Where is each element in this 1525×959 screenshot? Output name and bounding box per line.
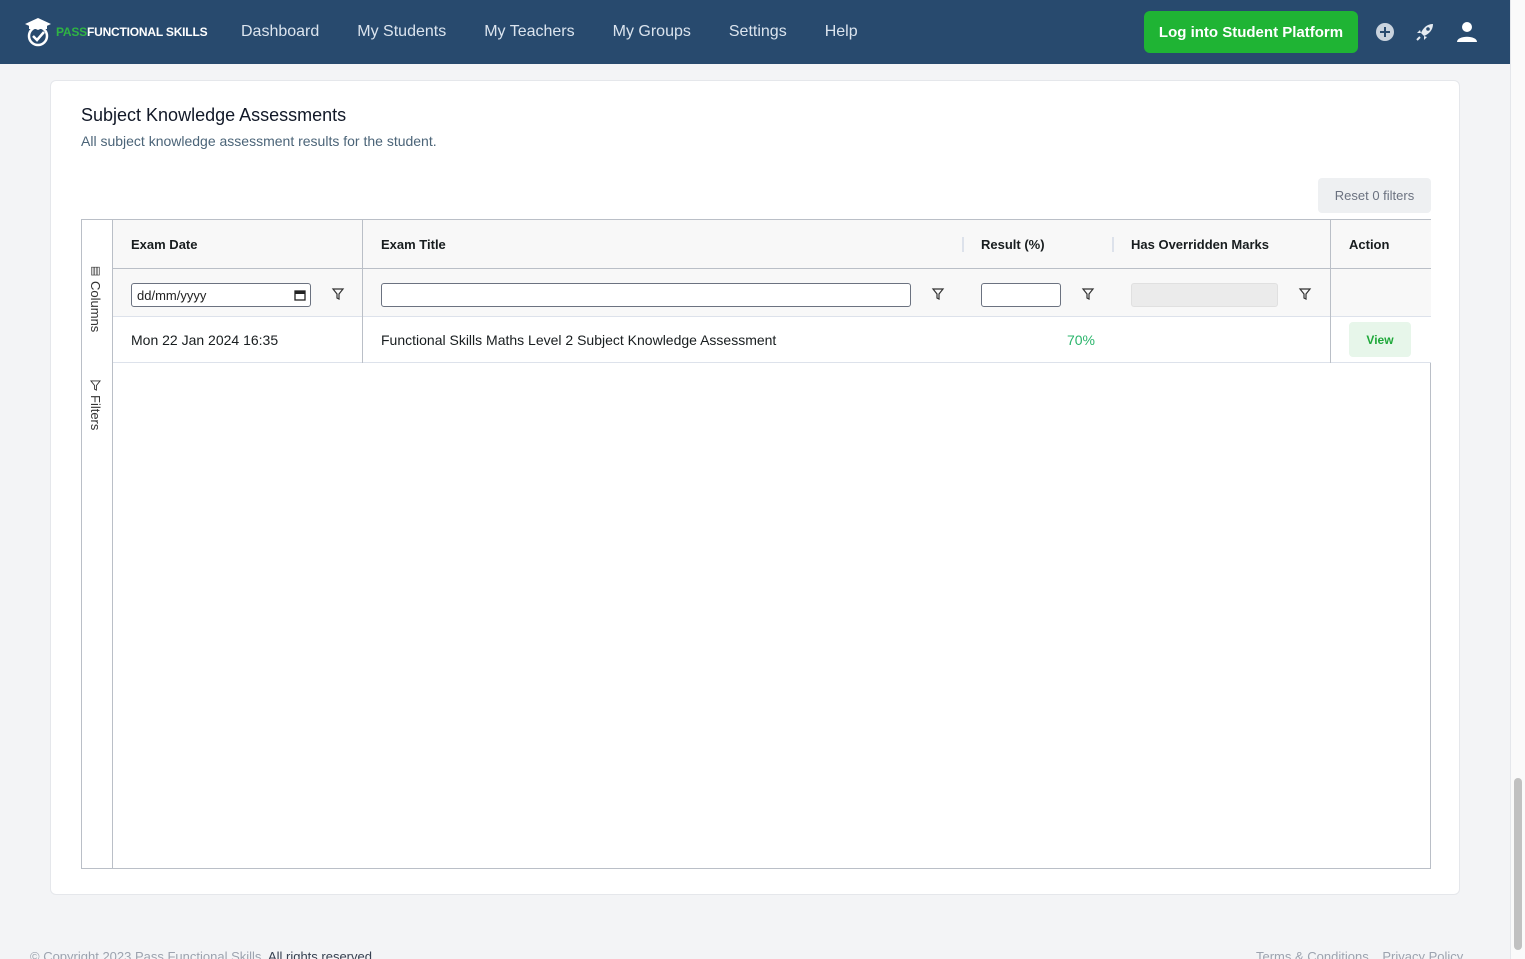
subject-knowledge-assessments-card: Subject Knowledge Assessments All subjec… (50, 80, 1460, 895)
header-result[interactable]: Result (%) (963, 220, 1113, 269)
filters-tool-tab[interactable]: Filters (88, 380, 103, 430)
nav-my-students[interactable]: My Students (357, 23, 446, 41)
card-subtitle: All subject knowledge assessment results… (81, 133, 437, 149)
brand-name: PASSFUNCTIONAL SKILLS (56, 25, 208, 39)
overridden-marks-filter-icon[interactable] (1298, 286, 1312, 302)
exam-title-cell: Functional Skills Maths Level 2 Subject … (381, 331, 777, 348)
column-resize-handle[interactable] (1112, 237, 1114, 252)
log-into-student-platform-button[interactable]: Log into Student Platform (1144, 11, 1358, 53)
columns-icon: ▥ (89, 264, 101, 277)
nav-dashboard[interactable]: Dashboard (241, 23, 319, 41)
result-cell: 70% (1066, 331, 1095, 348)
overridden-marks-cell (1131, 317, 1311, 362)
pinned-right-separator (1330, 220, 1331, 363)
columns-tool-tab[interactable]: ▥ Columns (88, 264, 103, 332)
pinned-left-separator (362, 220, 363, 363)
user-icon[interactable] (1455, 20, 1479, 44)
header-exam-date[interactable]: Exam Date (113, 220, 363, 269)
view-button[interactable]: View (1349, 322, 1411, 357)
header-exam-title[interactable]: Exam Title (363, 220, 963, 269)
filter-icon (89, 380, 102, 391)
table-row[interactable]: Mon 22 Jan 2024 16:35 Functional Skills … (113, 317, 1431, 363)
column-resize-handle[interactable] (962, 237, 964, 252)
rights-text: All rights reserved. (267, 949, 376, 959)
footer-links: Terms & Conditions Privacy Policy (1256, 949, 1463, 959)
columns-tab-label: Columns (88, 281, 103, 333)
grid-body: Exam Date Exam Title Result (%) Has Over… (113, 220, 1431, 868)
assessments-grid: ▥ Columns Filters Exam Date Exam Title R… (81, 219, 1431, 869)
rocket-icon[interactable] (1413, 20, 1437, 44)
top-navigation: PASSFUNCTIONAL SKILLS Dashboard My Stude… (0, 0, 1510, 64)
exam-date-filter-input[interactable]: dd/mm/yyyy (131, 283, 311, 307)
main-nav: Dashboard My Students My Teachers My Gro… (241, 23, 896, 41)
date-placeholder: dd/mm/yyyy (137, 287, 207, 303)
calendar-icon[interactable] (294, 289, 306, 301)
overridden-marks-filter-input (1131, 283, 1278, 307)
grid-side-bar: ▥ Columns Filters (82, 220, 113, 868)
copyright-text: © Copyright 2023 Pass Functional Skills. (30, 949, 266, 959)
grid-header-row: Exam Date Exam Title Result (%) Has Over… (113, 220, 1431, 269)
footer-copyright: © Copyright 2023 Pass Functional Skills.… (30, 949, 376, 959)
header-action: Action (1349, 237, 1390, 252)
header-has-overridden-marks[interactable]: Has Overridden Marks (1113, 220, 1331, 269)
brand-logo[interactable]: PASSFUNCTIONAL SKILLS (24, 16, 224, 48)
privacy-link[interactable]: Privacy Policy (1382, 949, 1463, 959)
plus-circle-icon[interactable] (1373, 20, 1397, 44)
exam-date-cell: Mon 22 Jan 2024 16:35 (131, 331, 279, 348)
page-scrollbar-thumb[interactable] (1514, 778, 1522, 950)
result-filter-input[interactable] (981, 283, 1061, 307)
exam-title-filter-input[interactable] (381, 283, 911, 307)
exam-date-filter-icon[interactable] (331, 286, 345, 302)
exam-title-filter-icon[interactable] (931, 286, 945, 302)
nav-settings[interactable]: Settings (729, 23, 787, 41)
filters-tab-label: Filters (88, 395, 103, 431)
result-filter-icon[interactable] (1081, 286, 1095, 302)
nav-help[interactable]: Help (825, 23, 858, 41)
nav-my-groups[interactable]: My Groups (613, 23, 691, 41)
graduation-check-logo-icon (25, 18, 51, 47)
reset-filters-button[interactable]: Reset 0 filters (1318, 178, 1431, 213)
card-title: Subject Knowledge Assessments (81, 105, 347, 125)
terms-link[interactable]: Terms & Conditions (1256, 949, 1369, 959)
nav-my-teachers[interactable]: My Teachers (484, 23, 574, 41)
